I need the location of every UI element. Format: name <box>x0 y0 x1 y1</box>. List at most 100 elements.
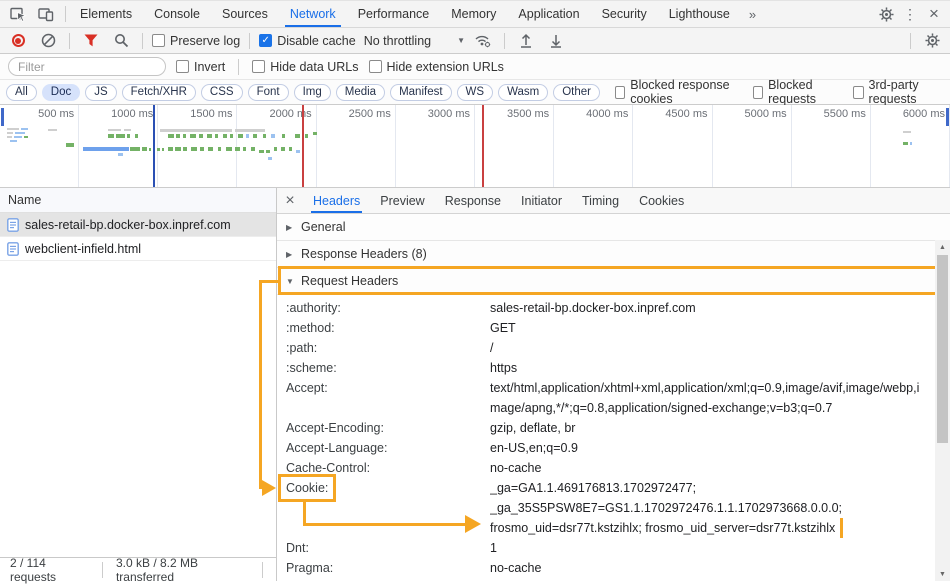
network-settings-gear-icon[interactable] <box>920 30 944 52</box>
main-tab[interactable]: Lighthouse <box>658 1 741 27</box>
main-tab[interactable]: Application <box>507 1 590 27</box>
header-section-row[interactable]: ▼ Request Headers <box>277 268 950 295</box>
type-filter-checkbox[interactable]: Blocked response cookies <box>615 78 739 106</box>
request-name: sales-retail-bp.docker-box.inpref.com <box>25 218 231 232</box>
header-sections: ▶ General ▶ Response Headers (8) ▼ Reque… <box>277 214 950 295</box>
type-filter-pill[interactable]: All <box>6 84 37 101</box>
name-column-header[interactable]: Name <box>0 188 276 213</box>
timeline-tick-label: 5000 ms <box>744 108 786 120</box>
main-tab[interactable]: Sources <box>211 1 279 27</box>
scrollbar-thumb[interactable] <box>937 255 948 443</box>
header-line: Cache-Control: no-cache <box>277 458 934 478</box>
checkbox-unchecked[interactable] <box>152 34 165 47</box>
details-tabbar: × Headers Preview Response Initiator Tim… <box>277 188 950 214</box>
clear-network-log-icon[interactable] <box>36 30 60 52</box>
header-line: Dnt: 1 <box>277 538 934 558</box>
main-tab[interactable]: Elements <box>69 1 143 27</box>
divider <box>504 33 505 49</box>
details-tab[interactable]: Timing <box>572 188 629 213</box>
type-filter-pill[interactable]: Manifest <box>390 84 451 101</box>
header-key: Pragma: <box>286 561 333 575</box>
type-filter-checkbox[interactable]: Blocked requests <box>753 78 839 106</box>
main-tab[interactable]: Performance <box>347 1 441 27</box>
type-filter-pill[interactable]: Doc <box>42 84 80 101</box>
main-tab[interactable]: Memory <box>440 1 507 27</box>
timeline-tick-label: 5500 ms <box>824 108 866 120</box>
throttling-dropdown[interactable]: No throttling ▼ <box>362 34 465 48</box>
type-filter-pill[interactable]: Img <box>294 84 331 101</box>
filter-icon[interactable] <box>79 30 103 52</box>
type-filter-pill[interactable]: Other <box>553 84 600 101</box>
checkbox-checked[interactable]: ✓ <box>259 34 272 47</box>
header-line: Pragma: no-cache <box>277 558 934 578</box>
annotation-arrow2-line-h <box>303 523 465 526</box>
header-key: Accept: <box>286 381 328 395</box>
details-tab[interactable]: Response <box>435 188 511 213</box>
request-row[interactable]: webclient-infield.html <box>0 237 276 261</box>
disclosure-triangle-icon: ▶ <box>286 250 294 259</box>
request-rows: sales-retail-bp.docker-box.inpref.com we… <box>0 213 276 261</box>
type-filter-pill[interactable]: CSS <box>201 84 243 101</box>
divider <box>142 33 143 49</box>
invert-checkbox[interactable]: Invert <box>176 60 225 74</box>
annotation-arrow1-stub <box>259 280 280 283</box>
import-har-icon[interactable] <box>514 30 538 52</box>
settings-gear-icon[interactable] <box>874 3 898 25</box>
section-label: Response Headers (8) <box>301 247 427 261</box>
details-tabs: Headers Preview Response Initiator Timin… <box>303 188 694 213</box>
divider <box>238 59 239 75</box>
close-details-icon[interactable]: × <box>277 192 303 210</box>
export-har-icon[interactable] <box>544 30 568 52</box>
divider <box>910 33 911 49</box>
header-section-row[interactable]: ▶ Response Headers (8) <box>277 241 950 268</box>
hide-extension-urls-checkbox[interactable]: Hide extension URLs <box>369 60 504 74</box>
type-filter-pill[interactable]: Media <box>336 84 385 101</box>
type-filter-pill[interactable]: Font <box>248 84 289 101</box>
type-pill-list: All Doc JS Fetch/XHR CSS Font Img Media … <box>6 84 600 101</box>
type-filter-pill[interactable]: Fetch/XHR <box>122 84 196 101</box>
details-tab[interactable]: Headers <box>303 188 370 213</box>
document-icon <box>7 218 19 232</box>
disclosure-triangle-icon: ▼ <box>286 277 294 286</box>
record-network-log-icon[interactable] <box>6 30 30 52</box>
kebab-menu-icon[interactable]: ⋮ <box>898 3 922 25</box>
header-line: :path: / <box>277 338 934 358</box>
preserve-log-checkbox[interactable]: Preserve log <box>152 34 240 48</box>
divider <box>65 6 66 22</box>
scrollbar-down-icon[interactable]: ▼ <box>935 567 950 581</box>
type-filter-pill[interactable]: WS <box>457 84 494 101</box>
type-filter-pill[interactable]: JS <box>85 84 116 101</box>
device-toolbar-icon[interactable] <box>34 3 58 25</box>
timeline-tick-label: 4500 ms <box>665 108 707 120</box>
details-tab[interactable]: Initiator <box>511 188 572 213</box>
transferred-size: 3.0 kB / 8.2 MB transferred <box>116 556 249 584</box>
details-scrollbar[interactable]: ▲ ▼ <box>935 240 950 581</box>
filter-input[interactable] <box>8 57 166 76</box>
request-row[interactable]: sales-retail-bp.docker-box.inpref.com <box>0 213 276 237</box>
network-overview-timeline[interactable]: 500 ms1000 ms1500 ms2000 ms2500 ms3000 m… <box>0 105 950 188</box>
header-value: 1 <box>490 541 497 555</box>
search-icon[interactable] <box>109 30 133 52</box>
details-tab[interactable]: Cookies <box>629 188 694 213</box>
scrollbar-up-icon[interactable]: ▲ <box>935 240 950 254</box>
header-line: :authority: sales-retail-bp.docker-box.i… <box>277 298 934 318</box>
main-tab[interactable]: Console <box>143 1 211 27</box>
header-line: Accept-Encoding: gzip, deflate, br <box>277 418 934 438</box>
header-key: Dnt: <box>286 541 309 555</box>
type-checkbox-list: Blocked response cookies Blocked request… <box>615 78 944 106</box>
header-section-row[interactable]: ▶ General <box>277 214 950 241</box>
type-filter-checkbox[interactable]: 3rd-party requests <box>853 78 944 106</box>
close-devtools-icon[interactable]: × <box>922 3 946 25</box>
header-key: :path: <box>286 341 317 355</box>
main-tab[interactable]: Security <box>591 1 658 27</box>
document-icon <box>7 242 19 256</box>
inspect-element-icon[interactable] <box>6 3 30 25</box>
hide-data-urls-checkbox[interactable]: Hide data URLs <box>252 60 358 74</box>
network-conditions-icon[interactable] <box>471 30 495 52</box>
type-filter-pill[interactable]: Wasm <box>498 84 548 101</box>
disable-cache-checkbox[interactable]: ✓ Disable cache <box>259 34 356 48</box>
timeline-tick-label: 500 ms <box>38 108 74 120</box>
details-tab[interactable]: Preview <box>370 188 434 213</box>
more-tabs-icon[interactable]: » <box>741 1 764 27</box>
main-tab[interactable]: Network <box>279 1 347 27</box>
